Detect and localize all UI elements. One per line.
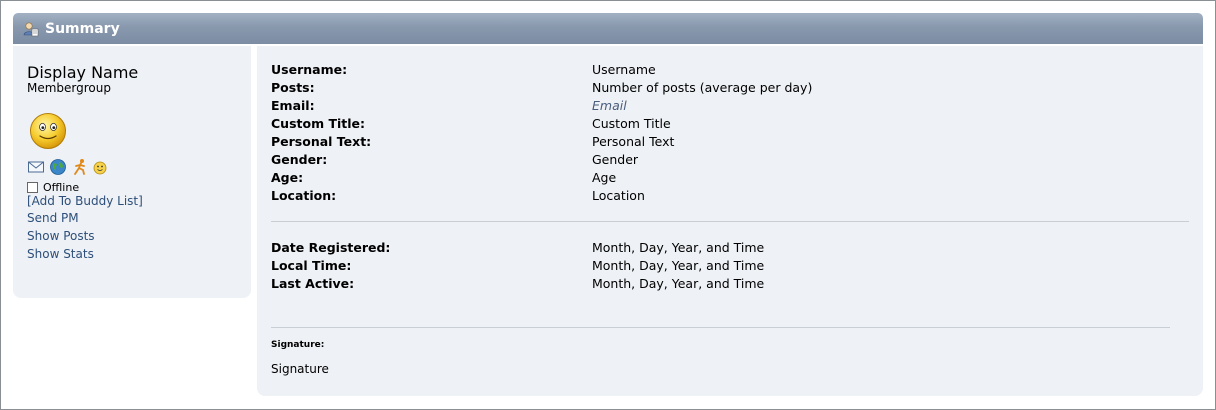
detail-value: Gender	[592, 152, 639, 167]
signature-text: Signature	[271, 362, 329, 376]
detail-label: Local Time:	[271, 258, 352, 273]
smiley-icon[interactable]	[93, 160, 107, 175]
user-summary-icon	[23, 21, 39, 37]
detail-row-posts: Posts: Number of posts (average per day)	[271, 80, 1191, 98]
status-text: Offline	[43, 181, 80, 194]
summary-header-bar: Summary	[13, 13, 1203, 44]
detail-value: Location	[592, 188, 645, 203]
detail-value: Custom Title	[592, 116, 671, 131]
status-indicator	[27, 182, 38, 193]
profile-details: Username: Username Posts: Number of post…	[257, 46, 1203, 396]
avatar	[29, 112, 67, 150]
email-link[interactable]: Email	[592, 98, 627, 113]
detail-label: Custom Title:	[271, 116, 366, 131]
display-name: Display Name	[27, 63, 139, 82]
detail-row-local-time: Local Time: Month, Day, Year, and Time	[271, 258, 1191, 276]
detail-value: Month, Day, Year, and Time	[592, 258, 765, 273]
detail-row-username: Username: Username	[271, 62, 1191, 80]
detail-row-date-registered: Date Registered: Month, Day, Year, and T…	[271, 240, 1191, 258]
signature-label: Signature:	[271, 340, 325, 350]
show-posts-link[interactable]: Show Posts	[27, 229, 95, 243]
add-to-buddy-list-link[interactable]: [Add To Buddy List]	[27, 194, 143, 208]
detail-row-age: Age: Age	[271, 170, 1191, 188]
detail-label: Email:	[271, 98, 315, 113]
msn-runner-icon[interactable]	[71, 158, 89, 176]
detail-value: Month, Day, Year, and Time	[592, 240, 765, 255]
detail-label: Personal Text:	[271, 134, 372, 149]
detail-row-personal-text: Personal Text: Personal Text	[271, 134, 1191, 152]
detail-label: Last Active:	[271, 276, 355, 291]
send-pm-link[interactable]: Send PM	[27, 211, 79, 225]
detail-value: Month, Day, Year, and Time	[592, 276, 765, 291]
summary-title: Summary	[45, 20, 120, 37]
detail-row-location: Location: Location	[271, 188, 1191, 206]
detail-label: Location:	[271, 188, 337, 203]
detail-label: Age:	[271, 170, 304, 185]
profile-sidebar: Display Name Membergroup Offline [Add To…	[13, 46, 251, 298]
detail-value: Age	[592, 170, 617, 185]
contact-icons	[27, 158, 107, 176]
detail-label: Posts:	[271, 80, 315, 95]
signature-divider	[271, 327, 1170, 328]
detail-label: Date Registered:	[271, 240, 391, 255]
detail-row-custom-title: Custom Title: Custom Title	[271, 116, 1191, 134]
detail-row-gender: Gender: Gender	[271, 152, 1191, 170]
section-divider	[271, 221, 1189, 222]
detail-row-email: Email: Email	[271, 98, 1191, 116]
membergroup: Membergroup	[27, 81, 111, 95]
detail-label: Username:	[271, 62, 348, 77]
detail-value: Personal Text	[592, 134, 675, 149]
detail-label: Gender:	[271, 152, 328, 167]
detail-row-last-active: Last Active: Month, Day, Year, and Time	[271, 276, 1191, 294]
online-status: Offline	[27, 181, 79, 194]
detail-value: Username	[592, 62, 656, 77]
email-icon[interactable]	[27, 158, 45, 176]
website-globe-icon[interactable]	[49, 158, 67, 176]
detail-value: Number of posts (average per day)	[592, 80, 813, 95]
show-stats-link[interactable]: Show Stats	[27, 247, 94, 261]
